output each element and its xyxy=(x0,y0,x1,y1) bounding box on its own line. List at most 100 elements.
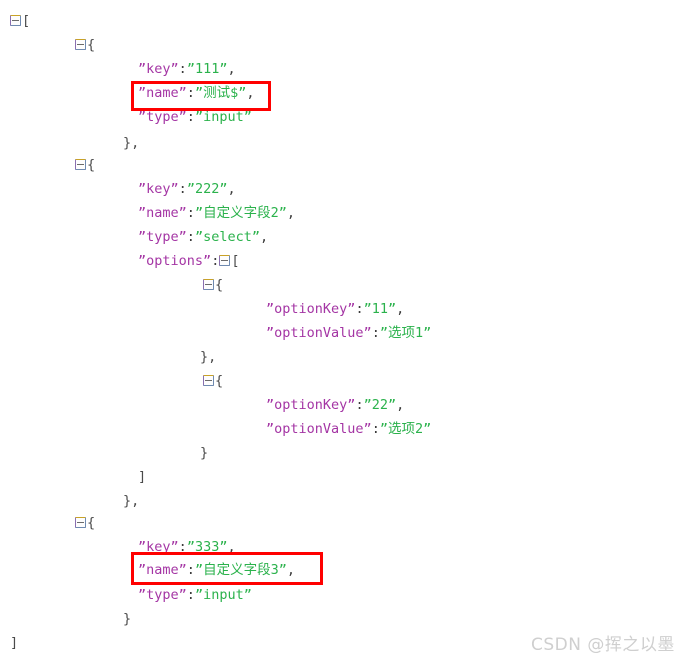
json-line: ”optionValue”:”选项1” xyxy=(266,326,431,340)
value-quote-close: ” xyxy=(423,421,432,437)
json-line: { xyxy=(75,516,95,530)
json-key: type xyxy=(146,229,179,245)
comma: , xyxy=(227,181,236,197)
value-quote-open: ” xyxy=(194,229,204,245)
json-bracket: }, xyxy=(123,135,140,151)
value-quote-close: ” xyxy=(423,325,432,341)
comma: , xyxy=(286,562,295,578)
key-quote-close: ” xyxy=(178,562,187,578)
value-quote-open: ” xyxy=(194,587,204,603)
key-quote-open: ” xyxy=(138,562,147,578)
json-bracket: ] xyxy=(138,469,147,485)
colon: : xyxy=(186,205,195,221)
key-quote-open: ” xyxy=(138,109,147,125)
value-quote-close: ” xyxy=(243,109,252,125)
json-line: { xyxy=(75,38,95,52)
colon: : xyxy=(186,562,195,578)
json-key: optionValue xyxy=(274,421,364,437)
json-key: options xyxy=(146,253,204,269)
value-quote-open: ” xyxy=(186,181,195,197)
json-key: name xyxy=(146,205,179,221)
json-key: key xyxy=(146,539,171,555)
colon: : xyxy=(355,397,364,413)
minus-square-icon[interactable] xyxy=(75,159,86,170)
json-key: optionKey xyxy=(274,397,348,413)
minus-square-icon[interactable] xyxy=(75,39,86,50)
minus-square-icon[interactable] xyxy=(10,15,21,26)
key-quote-open: ” xyxy=(138,253,147,269)
key-quote-open: ” xyxy=(266,397,275,413)
json-key: name xyxy=(146,562,179,578)
value-quote-open: ” xyxy=(194,109,204,125)
json-line: }, xyxy=(123,136,139,150)
key-quote-close: ” xyxy=(170,61,179,77)
json-line: ”name”:”自定义字段3”, xyxy=(138,563,295,577)
json-key: key xyxy=(146,61,171,77)
json-line: ] xyxy=(10,636,18,650)
value-quote-open: ” xyxy=(194,562,204,578)
json-key: type xyxy=(146,587,179,603)
json-line: ”optionValue”:”选项2” xyxy=(266,422,431,436)
json-line: ”type”:”input” xyxy=(138,110,252,124)
value-quote-close: ” xyxy=(387,397,397,413)
key-quote-open: ” xyxy=(138,587,147,603)
json-line: ”name”:”自定义字段2”, xyxy=(138,206,295,220)
value-quote-open: ” xyxy=(379,421,388,437)
key-quote-open: ” xyxy=(138,181,147,197)
colon: : xyxy=(371,421,380,437)
json-tree-viewer: [{”key”:”111”, ”name”:”测试$”, ”type”:”input… xyxy=(0,0,687,662)
json-bracket: { xyxy=(215,277,224,293)
csdn-watermark: CSDN @挥之以墨 xyxy=(531,635,675,655)
json-line: ”name”:”测试$”, xyxy=(138,86,255,100)
key-quote-open: ” xyxy=(138,61,147,77)
minus-square-icon[interactable] xyxy=(203,375,214,386)
minus-square-icon[interactable] xyxy=(75,517,86,528)
json-bracket: { xyxy=(215,373,224,389)
value-quote-open: ” xyxy=(379,325,388,341)
key-quote-close: ” xyxy=(170,539,179,555)
key-quote-close: ” xyxy=(363,421,372,437)
minus-square-icon[interactable] xyxy=(203,279,214,290)
colon: : xyxy=(186,587,195,603)
key-quote-open: ” xyxy=(266,325,275,341)
json-value: input xyxy=(203,587,244,603)
key-quote-open: ” xyxy=(266,421,275,437)
minus-square-icon[interactable] xyxy=(219,255,231,266)
colon: : xyxy=(211,253,220,269)
comma: , xyxy=(246,85,255,101)
value-quote-close: ” xyxy=(251,229,260,245)
key-quote-open: ” xyxy=(266,301,275,317)
colon: : xyxy=(186,85,195,101)
json-value: 自定义字段3 xyxy=(203,562,279,578)
json-value: 111 xyxy=(194,61,220,77)
json-line: ”key”:”111”, xyxy=(138,62,236,76)
value-quote-open: ” xyxy=(363,301,372,317)
json-value: 333 xyxy=(194,539,220,555)
key-quote-close: ” xyxy=(178,587,187,603)
json-bracket: { xyxy=(87,515,96,531)
colon: : xyxy=(178,539,187,555)
json-line: ”optionKey”:”11”, xyxy=(266,302,404,316)
value-quote-open: ” xyxy=(194,85,204,101)
json-line: ”options”: [ xyxy=(138,254,239,268)
json-value: 选项1 xyxy=(387,325,424,341)
json-line: ”type”:”select”, xyxy=(138,230,268,244)
key-quote-open: ” xyxy=(138,205,147,221)
json-key: optionValue xyxy=(274,325,364,341)
json-value: 测试$ xyxy=(203,85,239,101)
json-bracket: ] xyxy=(10,635,19,651)
json-line: { xyxy=(203,278,223,292)
comma: , xyxy=(227,61,236,77)
comma: , xyxy=(396,301,405,317)
key-quote-open: ” xyxy=(138,539,147,555)
key-quote-close: ” xyxy=(178,229,187,245)
json-value: 222 xyxy=(194,181,220,197)
json-line: [ xyxy=(10,14,30,28)
json-key: type xyxy=(146,109,179,125)
colon: : xyxy=(186,109,195,125)
key-quote-close: ” xyxy=(178,85,187,101)
json-line: ”key”:”333”, xyxy=(138,540,236,554)
value-quote-close: ” xyxy=(243,587,252,603)
colon: : xyxy=(178,181,187,197)
json-line: ] xyxy=(138,470,146,484)
